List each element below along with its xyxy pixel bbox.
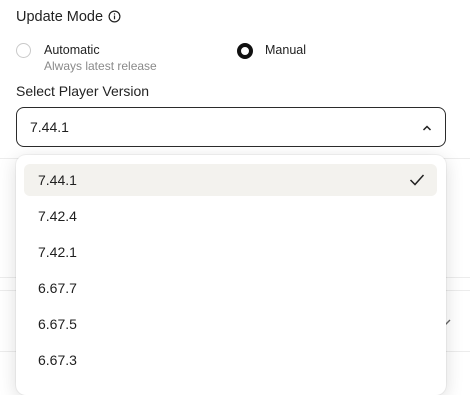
info-icon[interactable] <box>108 10 121 23</box>
version-option-label: 7.42.4 <box>38 208 77 224</box>
version-option[interactable]: 6.67.7 <box>24 272 437 304</box>
select-version-label: Select Player Version <box>16 83 150 99</box>
version-select-value: 7.44.1 <box>30 119 69 135</box>
version-option-label: 6.67.3 <box>38 352 77 368</box>
chevron-up-icon <box>422 125 432 131</box>
version-option-label: 7.42.1 <box>38 244 77 260</box>
automatic-sublabel: Always latest release <box>44 59 157 73</box>
version-option-label: 6.67.5 <box>38 316 77 332</box>
version-option[interactable]: 7.42.1 <box>24 236 437 268</box>
automatic-radio[interactable] <box>16 43 31 58</box>
version-option[interactable]: 7.42.4 <box>24 200 437 232</box>
check-icon <box>409 174 425 186</box>
version-dropdown: 7.44.1 7.42.4 7.42.1 6.67.7 6.67.5 6.67.… <box>16 155 446 395</box>
version-option-label: 6.67.7 <box>38 280 77 296</box>
version-select[interactable]: 7.44.1 <box>16 107 446 147</box>
version-option[interactable]: 7.44.1 <box>24 164 437 196</box>
version-option[interactable]: 6.67.3 <box>24 344 437 376</box>
automatic-label[interactable]: Automatic <box>44 43 100 57</box>
version-option[interactable]: 6.67.5 <box>24 308 437 340</box>
manual-label[interactable]: Manual <box>265 43 306 57</box>
update-mode-title: Update Mode <box>16 9 104 25</box>
manual-radio[interactable] <box>237 43 253 59</box>
version-option-label: 7.44.1 <box>38 172 77 188</box>
